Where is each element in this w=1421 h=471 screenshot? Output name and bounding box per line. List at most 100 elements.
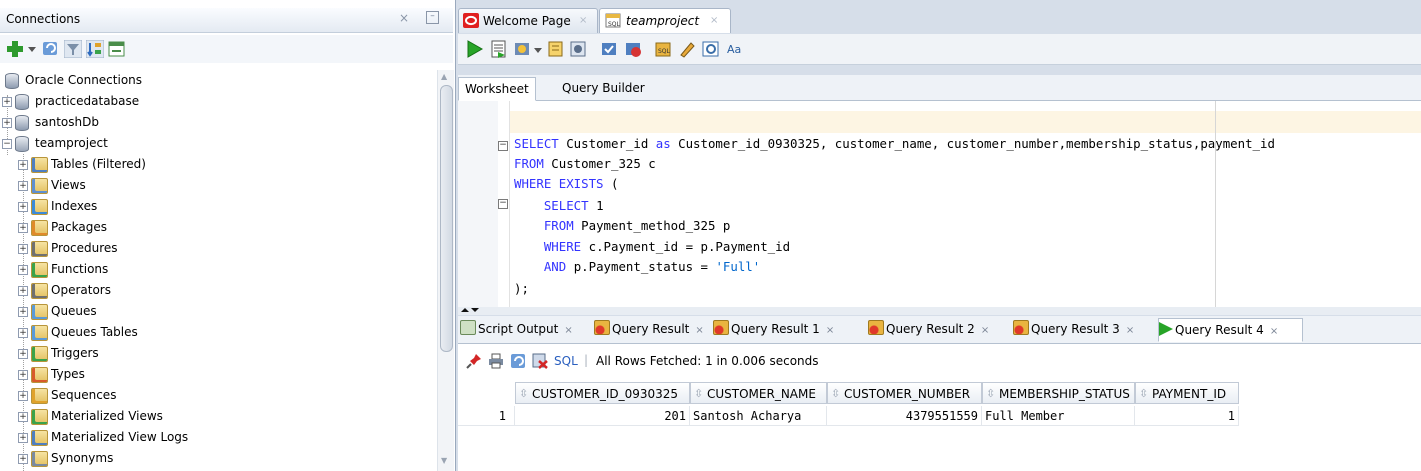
code-line[interactable]: FROM Customer_325 c bbox=[514, 155, 656, 173]
close-icon[interactable]: × bbox=[1270, 326, 1278, 337]
expand-icon[interactable]: + bbox=[18, 328, 28, 338]
schema-browser-icon[interactable] bbox=[86, 40, 104, 58]
column-header[interactable]: ⇳ PAYMENT_ID bbox=[1135, 382, 1239, 404]
expand-icon[interactable]: + bbox=[18, 160, 28, 170]
filter-icon[interactable] bbox=[64, 40, 82, 58]
tree-item[interactable]: + Functions bbox=[0, 259, 437, 280]
fold-icon[interactable]: − bbox=[498, 199, 508, 209]
minimize-icon[interactable]: – bbox=[426, 11, 439, 24]
column-header[interactable]: ⇳ CUSTOMER_ID_0930325 bbox=[515, 382, 690, 404]
tree-item[interactable]: + Types bbox=[0, 364, 437, 385]
dropdown-arrow-icon[interactable] bbox=[28, 45, 36, 53]
close-icon[interactable]: × bbox=[399, 11, 409, 25]
tab-welcome-page[interactable]: Welcome Page × bbox=[458, 8, 598, 33]
explain-plan-icon[interactable] bbox=[548, 40, 566, 58]
close-icon[interactable]: × bbox=[579, 9, 587, 33]
tree-item[interactable]: + santoshDb bbox=[0, 112, 437, 133]
tree-item[interactable]: + Triggers bbox=[0, 343, 437, 364]
table-cell[interactable]: 201 bbox=[515, 406, 690, 426]
sort-icon[interactable]: ⇳ bbox=[694, 383, 703, 405]
table-cell[interactable]: 1 bbox=[1135, 406, 1239, 426]
editor-results-splitter[interactable] bbox=[458, 307, 1421, 315]
code-line[interactable]: SELECT Customer_id as Customer_id_093032… bbox=[514, 135, 1275, 153]
expand-icon[interactable]: + bbox=[18, 391, 28, 401]
expand-icon[interactable]: + bbox=[18, 286, 28, 296]
tree-item[interactable]: Oracle Connections bbox=[0, 70, 437, 91]
row-number[interactable]: 1 bbox=[458, 406, 515, 426]
cancel-query-icon[interactable] bbox=[532, 353, 548, 369]
sort-icon[interactable]: ⇳ bbox=[1139, 383, 1148, 405]
tab-query-result-4[interactable]: Query Result 4 × bbox=[1158, 318, 1303, 342]
tree-item[interactable]: + Queues Tables bbox=[0, 322, 437, 343]
expand-icon[interactable]: + bbox=[18, 202, 28, 212]
splitter-arrows-icon[interactable] bbox=[460, 307, 480, 315]
tab-script-output[interactable]: Script Output × bbox=[460, 318, 588, 340]
close-icon[interactable]: × bbox=[826, 325, 834, 336]
expand-icon[interactable]: + bbox=[2, 118, 12, 128]
code-line[interactable]: AND p.Payment_status = 'Full' bbox=[514, 258, 760, 276]
sql-editor[interactable]: − − SELECT Customer_id as Customer_id_09… bbox=[458, 101, 1421, 307]
commit-icon[interactable] bbox=[600, 40, 618, 58]
tree-item[interactable]: − teamproject bbox=[0, 133, 437, 154]
table-cell[interactable]: 4379551559 bbox=[827, 406, 982, 426]
tab-query-result-1[interactable]: Query Result 1 × bbox=[713, 318, 863, 340]
sort-icon[interactable]: ⇳ bbox=[831, 383, 840, 405]
close-icon[interactable]: × bbox=[981, 325, 989, 336]
tab-worksheet[interactable]: Worksheet bbox=[458, 77, 536, 101]
add-connection-icon[interactable] bbox=[6, 40, 24, 58]
tree-scrollbar[interactable]: ▲ ▼ bbox=[437, 70, 454, 471]
column-header[interactable]: ⇳ MEMBERSHIP_STATUS bbox=[982, 382, 1135, 404]
expand-icon[interactable]: + bbox=[18, 433, 28, 443]
expand-icon[interactable]: + bbox=[18, 412, 28, 422]
close-icon[interactable]: × bbox=[564, 325, 572, 336]
tree-item[interactable]: + Views bbox=[0, 175, 437, 196]
rollback-icon[interactable] bbox=[624, 40, 642, 58]
close-icon[interactable]: × bbox=[710, 9, 718, 33]
expand-icon[interactable]: + bbox=[18, 370, 28, 380]
tab-query-builder[interactable]: Query Builder bbox=[556, 77, 651, 99]
refresh-icon[interactable] bbox=[510, 353, 526, 369]
code-line[interactable]: FROM Payment_method_325 p bbox=[514, 217, 731, 235]
run-script-icon[interactable] bbox=[490, 40, 508, 58]
scrollbar-thumb[interactable] bbox=[440, 85, 453, 352]
expand-icon[interactable]: + bbox=[18, 265, 28, 275]
scroll-up-icon[interactable]: ▲ bbox=[441, 72, 447, 81]
fold-icon[interactable]: − bbox=[498, 141, 508, 151]
expand-icon[interactable]: + bbox=[18, 307, 28, 317]
tab-query-result-3[interactable]: Query Result 3 × bbox=[1013, 318, 1153, 340]
expand-icon[interactable]: + bbox=[18, 349, 28, 359]
expand-icon[interactable]: + bbox=[18, 181, 28, 191]
tree-item[interactable]: + Queues bbox=[0, 301, 437, 322]
table-cell[interactable]: Santosh Acharya bbox=[690, 406, 827, 426]
tree-item[interactable]: + Packages bbox=[0, 217, 437, 238]
refresh-icon[interactable] bbox=[42, 40, 60, 58]
tree-item[interactable]: + Tables (Filtered) bbox=[0, 154, 437, 175]
sql-link[interactable]: SQL bbox=[554, 354, 578, 368]
tree-item[interactable]: + Synonyms bbox=[0, 448, 437, 469]
code-line[interactable]: WHERE c.Payment_id = p.Payment_id bbox=[514, 238, 790, 256]
expand-icon[interactable]: + bbox=[18, 454, 28, 464]
close-icon[interactable]: × bbox=[1126, 325, 1134, 336]
autotrace-icon[interactable] bbox=[514, 40, 532, 58]
history-icon[interactable] bbox=[702, 40, 720, 58]
collapse-icon[interactable] bbox=[108, 40, 126, 58]
clear-icon[interactable] bbox=[678, 40, 696, 58]
expand-icon[interactable]: + bbox=[18, 244, 28, 254]
unshared-worksheet-icon[interactable]: SQL bbox=[654, 40, 672, 58]
pin-icon[interactable] bbox=[466, 353, 482, 369]
tree-item[interactable]: + Sequences bbox=[0, 385, 437, 406]
tree-item[interactable]: + practicedatabase bbox=[0, 91, 437, 112]
close-icon[interactable]: × bbox=[695, 325, 703, 336]
scroll-down-icon[interactable]: ▼ bbox=[441, 456, 447, 465]
table-cell[interactable]: Full Member bbox=[982, 406, 1135, 426]
tree-item[interactable]: + Materialized Views bbox=[0, 406, 437, 427]
collapse-node-icon[interactable]: − bbox=[2, 139, 12, 149]
tab-query-result-2[interactable]: Query Result 2 × bbox=[868, 318, 1008, 340]
run-statement-icon[interactable] bbox=[466, 40, 484, 58]
sort-icon[interactable]: ⇳ bbox=[986, 383, 995, 405]
sort-icon[interactable]: ⇳ bbox=[519, 383, 528, 405]
dropdown-arrow-icon[interactable] bbox=[534, 46, 542, 54]
code-line[interactable]: WHERE EXISTS ( bbox=[514, 175, 618, 193]
tree-item[interactable]: + Indexes bbox=[0, 196, 437, 217]
expand-icon[interactable]: + bbox=[2, 97, 12, 107]
